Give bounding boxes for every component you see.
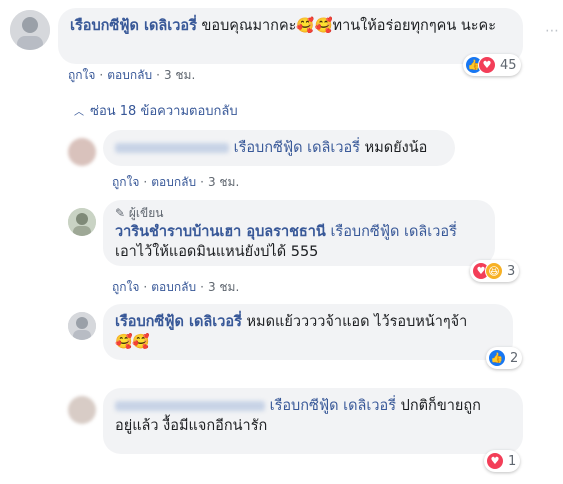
author-badge: ผู้เขียน [128,206,164,220]
reply-link[interactable]: ตอบกลับ [151,280,196,294]
reply-link[interactable]: ตอบกลับ [107,68,152,82]
comment-actions: ถูกใจ · ตอบกลับ · 3 ชม. [68,68,196,82]
timestamp[interactable]: 3 ชม. [208,175,239,189]
love-reaction-icon: ♥ [478,56,496,74]
reaction-summary[interactable]: ♥ 😆 3 [470,260,520,282]
comment-text: หมดแย้ววววจ้าแอด ไว้รอบหน้าๆจ้า [246,314,468,330]
like-link[interactable]: ถูกใจ [112,175,139,189]
timestamp[interactable]: 3 ชม. [164,68,195,82]
comment-text-line2: อยู่แล้ว งื้อมีแจกอีกน่ารัก [115,418,268,434]
haha-reaction-icon: 😆 [485,262,503,280]
avatar[interactable] [10,10,50,50]
comment-text-line1: ปกติก็ขายถูก [400,398,481,414]
comment-actions: ถูกใจ · ตอบกลับ · 3 ชม. [112,175,240,189]
reaction-summary[interactable]: 👍 ♥ 45 [463,54,521,76]
author-name-blurred [115,143,229,153]
comment-bubble: เรือบกซีฟู้ด เดลิเวอรี่ หมดแย้ววววจ้าแอด… [103,304,513,360]
comment-emojis: 🥰🥰 [115,334,150,350]
like-link[interactable]: ถูกใจ [68,68,95,82]
comment-text: หมดยังน้อ [364,140,428,156]
chevron-up-icon: ︿ [74,107,84,118]
comment-bubble: เรือบกซีฟู้ด เดลิเวอรี่ ปกติก็ขายถูก อยู… [103,388,523,454]
avatar[interactable] [68,138,96,166]
comment-text: ขอบคุณมากคะ🥰🥰ทานให้อร่อยทุกๆคน นะคะ [201,18,497,34]
comment-text: เอาไว้ให้แอดมินแหน่ยังบ่ได้ 555 [115,244,319,260]
comment-bubble: เรือบกซีฟู้ด เดลิเวอรี่ ขอบคุณมากคะ🥰🥰ทาน… [58,8,523,64]
tagged-user[interactable]: เรือบกซีฟู้ด เดลิเวอรี่ [234,140,360,156]
avatar[interactable] [68,208,96,236]
love-reaction-icon: ♥ [486,452,504,470]
like-link[interactable]: ถูกใจ [112,280,139,294]
author-name-blurred [115,401,265,411]
reaction-count: 1 [508,453,517,469]
hide-replies-link[interactable]: ︿ ซ่อน 18 ข้อความตอบกลับ [74,100,238,121]
like-reaction-icon: 👍 [488,349,506,367]
avatar[interactable] [68,396,96,424]
comment-author[interactable]: เรือบกซีฟู้ด เดลิเวอรี่ [115,314,242,330]
comment-bubble: เรือบกซีฟู้ด เดลิเวอรี่ หมดยังน้อ [103,130,455,166]
reply-link[interactable]: ตอบกลับ [151,175,196,189]
timestamp[interactable]: 3 ชม. [208,280,239,294]
comment-bubble: ✎ ผู้เขียน วารินชำราบบ้านเฮา อุบลราชธานี… [103,200,495,266]
reaction-summary[interactable]: ♥ 1 [484,450,521,472]
tagged-user[interactable]: เรือบกซีฟู้ด เดลิเวอรี่ [270,398,396,414]
reaction-summary[interactable]: 👍 2 [486,347,523,369]
more-options-icon[interactable]: ⋯ [543,22,561,40]
pencil-icon: ✎ [115,206,126,220]
reaction-count: 3 [507,263,516,279]
reaction-count: 2 [510,350,519,366]
comment-author[interactable]: เรือบกซีฟู้ด เดลิเวอรี่ [70,18,197,34]
avatar[interactable] [68,312,96,340]
comment-author[interactable]: วารินชำราบบ้านเฮา อุบลราชธานี [115,224,326,240]
tagged-user[interactable]: เรือบกซีฟู้ด เดลิเวอรี่ [330,224,456,240]
comment-actions: ถูกใจ · ตอบกลับ · 3 ชม. [112,280,240,294]
reaction-count: 45 [500,57,517,73]
